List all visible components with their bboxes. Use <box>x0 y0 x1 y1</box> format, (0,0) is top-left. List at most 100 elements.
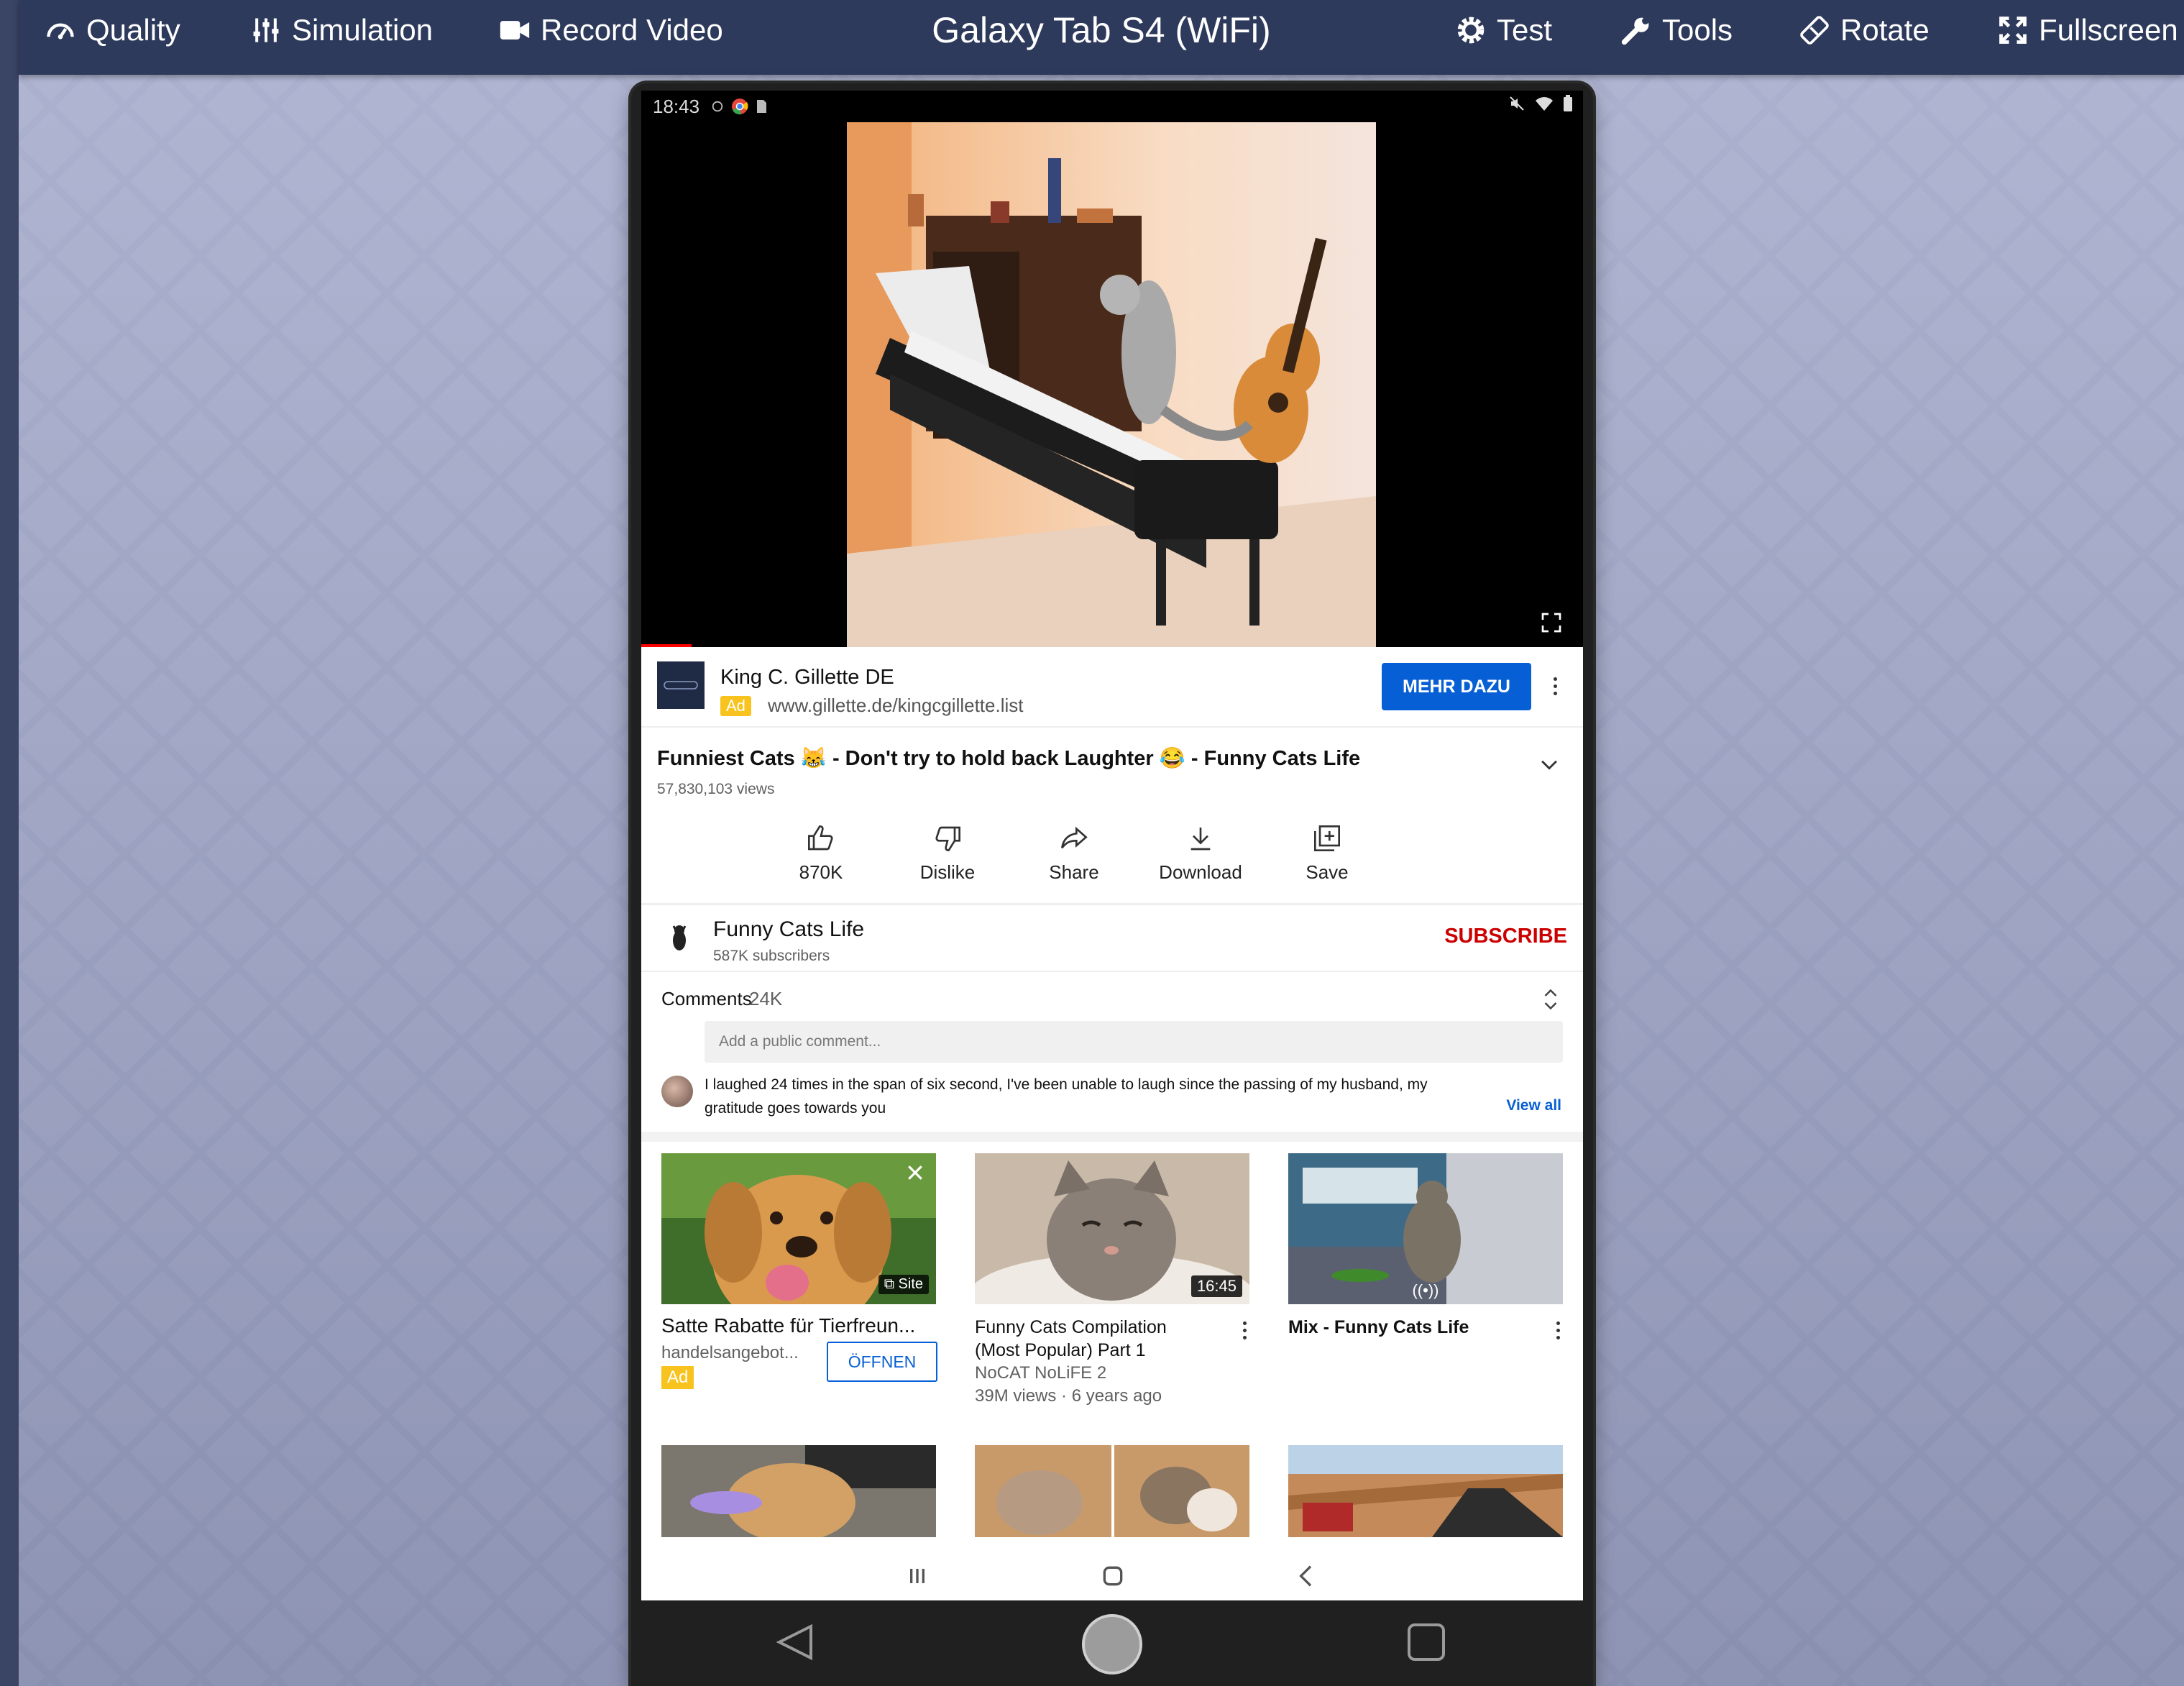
video-thumbnail-desert-road[interactable] <box>1288 1445 1563 1537</box>
ad-thumbnail-dog[interactable]: ⧉ Site <box>661 1153 936 1304</box>
android-status-bar: 18:43 <box>641 91 1583 122</box>
rotate-button[interactable]: Rotate <box>1799 0 1930 60</box>
video-title: Funniest Cats 😹 - Don't try to hold back… <box>657 747 1361 770</box>
ad-card-badge: Ad <box>661 1366 694 1389</box>
device-home-icon[interactable] <box>1080 1612 1144 1677</box>
video-frame-cat-playing-piano[interactable] <box>847 122 1376 647</box>
fullscreen-button[interactable]: Fullscreen <box>1997 0 2178 60</box>
simulation-button[interactable]: Simulation <box>250 0 433 60</box>
section-divider <box>641 1132 1583 1142</box>
video-player[interactable] <box>641 122 1583 649</box>
video-actions-bar: 870K Dislike Share Download Save <box>641 824 1583 905</box>
add-comment-input[interactable] <box>705 1021 1563 1063</box>
video-thumbnail-cat[interactable]: 16:45 <box>975 1153 1249 1304</box>
dislike-button[interactable]: Dislike <box>897 824 998 884</box>
back-icon[interactable] <box>1293 1562 1321 1590</box>
quality-button[interactable]: Quality <box>45 0 180 60</box>
video-card-title: Funny Cats Compilation (Most Popular) Pa… <box>975 1317 1167 1360</box>
record-video-button[interactable]: Record Video <box>499 0 723 60</box>
mute-icon <box>1510 96 1524 111</box>
ad-card-title: Satte Rabatte für Tierfreun... <box>661 1314 916 1337</box>
like-button[interactable]: 870K <box>771 824 871 884</box>
learn-more-button[interactable]: MEHR DAZU <box>1382 663 1531 710</box>
save-label: Save <box>1306 861 1349 883</box>
promoted-ad-row[interactable]: King C. Gillette DE Ad www.gillette.de/k… <box>641 647 1583 728</box>
video-view-count: 57,830,103 views <box>657 781 775 797</box>
tools-button[interactable]: Tools <box>1620 0 1733 60</box>
comments-section[interactable]: Comments 24K I laughed 24 times in the s… <box>641 972 1583 1132</box>
recommended-video-card[interactable]: 16:45 Funny Cats Compilation (Most Popul… <box>975 1153 1249 1408</box>
commenter-avatar <box>661 1076 693 1107</box>
quality-label: Quality <box>86 13 180 47</box>
alarm-icon <box>712 101 723 112</box>
video-title-section[interactable]: Funniest Cats 😹 - Don't try to hold back… <box>641 726 1583 805</box>
test-button[interactable]: Test <box>1455 0 1552 60</box>
sponsored-card[interactable]: ⧉ Site Satte Rabatte für Tierfreun... ha… <box>661 1153 937 1389</box>
channel-row[interactable]: Funny Cats Life 587K subscribers SUBSCRI… <box>641 906 1583 972</box>
ad-more-options-icon[interactable] <box>1544 670 1566 702</box>
gear-icon <box>1457 17 1485 44</box>
android-navigation-bar <box>641 1552 1583 1600</box>
thumbs-down-icon <box>935 826 960 852</box>
wifi-icon <box>1536 97 1553 111</box>
share-button[interactable]: Share <box>1024 824 1124 884</box>
status-time: 18:43 <box>653 95 700 117</box>
dislike-label: Dislike <box>919 861 976 883</box>
advertiser-url: www.gillette.de/kingcgillette.list <box>768 695 1024 716</box>
download-icon <box>1190 828 1211 851</box>
device-screen: 18:43 King C. Gillette DE Ad www.gillett… <box>641 91 1583 1600</box>
sliders-icon <box>253 18 279 42</box>
rotate-icon <box>1800 16 1829 45</box>
ad-badge: Ad <box>720 696 751 716</box>
mix-playlist-card[interactable]: ((•)) Mix - Funny Cats Life <box>1288 1153 1563 1339</box>
close-icon[interactable] <box>904 1162 926 1183</box>
open-button[interactable]: ÖFFNEN <box>827 1342 937 1382</box>
device-toolbar: Quality Simulation Record Video Galaxy T… <box>19 0 2184 75</box>
mix-more-options-icon[interactable] <box>1547 1314 1569 1346</box>
save-button[interactable]: Save <box>1277 824 1377 884</box>
chrome-icon <box>732 98 748 115</box>
mix-thumbnail[interactable]: ((•)) <box>1288 1153 1563 1304</box>
battery-icon <box>1564 95 1572 111</box>
thumbs-up-icon <box>808 825 833 851</box>
subscribe-button[interactable]: SUBSCRIBE <box>1444 925 1567 948</box>
tools-label: Tools <box>1662 13 1733 47</box>
advertiser-logo <box>657 661 705 709</box>
speedometer-icon <box>47 23 74 40</box>
video-camera-icon <box>500 21 530 40</box>
test-label: Test <box>1497 13 1553 47</box>
comments-label: Comments <box>661 988 752 1009</box>
video-card-views-age: 39M views · 6 years ago <box>975 1386 1162 1406</box>
share-icon <box>1061 826 1088 849</box>
add-to-playlist-icon <box>1314 825 1340 851</box>
download-button[interactable]: Download <box>1150 824 1251 884</box>
wrench-icon <box>1621 17 1649 45</box>
tablet-device-frame: 18:43 King C. Gillette DE Ad www.gillett… <box>631 83 1593 1686</box>
device-control-bar <box>631 1600 1593 1686</box>
sd-card-icon <box>757 100 767 113</box>
like-count: 870K <box>799 861 843 883</box>
top-comment-text: I laughed 24 times in the span of six se… <box>705 1076 1428 1117</box>
share-label: Share <box>1049 861 1099 883</box>
chevron-down-icon[interactable] <box>1537 752 1561 776</box>
recent-apps-icon[interactable] <box>903 1562 932 1590</box>
video-more-options-icon[interactable] <box>1234 1314 1255 1346</box>
rotate-label: Rotate <box>1840 13 1930 47</box>
fullscreen-icon[interactable] <box>1540 611 1563 634</box>
home-icon[interactable] <box>1098 1562 1127 1590</box>
device-back-icon[interactable] <box>774 1621 817 1664</box>
fullscreen-label: Fullscreen <box>2039 13 2178 47</box>
comments-count: 24K <box>749 988 783 1009</box>
channel-avatar[interactable] <box>661 920 697 956</box>
left-edge-strip <box>0 0 19 1686</box>
channel-subscriber-count: 587K subscribers <box>713 948 830 964</box>
expand-collapse-icon[interactable] <box>1540 986 1561 1012</box>
device-recents-icon[interactable] <box>1405 1621 1448 1664</box>
expand-icon <box>1999 17 2027 44</box>
record-video-label: Record Video <box>541 13 723 47</box>
view-all-comments-link[interactable]: View all <box>1506 1097 1561 1114</box>
video-duration: 16:45 <box>1190 1275 1242 1297</box>
video-thumbnail-dog-frisbee[interactable] <box>661 1445 936 1537</box>
video-thumbnail-cats-compilation[interactable] <box>975 1445 1249 1537</box>
download-label: Download <box>1159 861 1242 883</box>
